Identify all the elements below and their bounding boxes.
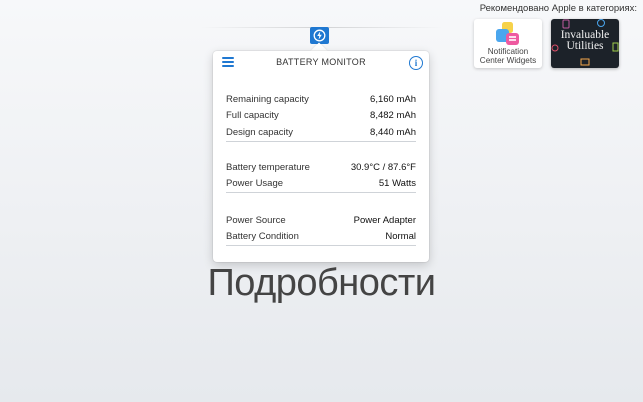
row-label: Design capacity (226, 126, 294, 138)
temperature-group: Battery temperature 30.9°C / 87.6°F Powe… (226, 159, 416, 193)
row-label: Battery temperature (226, 161, 310, 173)
row-value: 8,440 mAh (370, 126, 416, 138)
caption-line: Notification (487, 47, 529, 56)
lightning-icon (313, 29, 326, 42)
caption-line: Center Widgets (479, 56, 537, 65)
info-row: Battery temperature 30.9°C / 87.6°F (226, 159, 416, 176)
battery-monitor-status-icon[interactable] (310, 27, 329, 44)
row-value: 6,160 mAh (370, 93, 416, 105)
info-icon[interactable]: i (409, 56, 423, 70)
notification-center-widgets-tile[interactable]: Notification Center Widgets (474, 19, 542, 68)
invaluable-utilities-tile[interactable]: Invaluable Utilities (551, 19, 619, 68)
caption-line: Utilities (566, 40, 604, 52)
row-label: Battery Condition (226, 231, 299, 243)
tile-caption: Notification Center Widgets (474, 47, 542, 65)
row-value: Normal (385, 231, 416, 243)
panel-title: BATTERY MONITOR (276, 57, 366, 67)
power-group: Power Source Power Adapter Battery Condi… (226, 212, 416, 246)
battery-monitor-panel: BATTERY MONITOR i Remaining capacity 6,1… (213, 51, 429, 262)
row-value: Power Adapter (353, 214, 416, 226)
row-value: 30.9°C / 87.6°F (350, 161, 416, 173)
info-row: Remaining capacity 6,160 mAh (226, 91, 416, 108)
panel-header: BATTERY MONITOR i (213, 51, 429, 77)
row-label: Full capacity (226, 110, 279, 122)
widgets-icon (493, 21, 523, 47)
row-label: Remaining capacity (226, 93, 309, 105)
row-value: 51 Watts (378, 178, 416, 190)
tile-caption: Invaluable Utilities (551, 29, 619, 52)
info-row: Design capacity 8,440 mAh (226, 124, 416, 141)
info-row: Power Usage 51 Watts (226, 176, 416, 193)
info-row: Full capacity 8,482 mAh (226, 108, 416, 125)
info-row: Battery Condition Normal (226, 229, 416, 246)
row-label: Power Usage (226, 178, 284, 190)
capacity-group: Remaining capacity 6,160 mAh Full capaci… (226, 91, 416, 142)
info-row: Power Source Power Adapter (226, 212, 416, 229)
featured-label: Рекомендовано Apple в категориях: (479, 3, 637, 14)
row-label: Power Source (226, 214, 286, 226)
row-value: 8,482 mAh (370, 110, 416, 122)
page-title: Подробности (207, 262, 436, 304)
